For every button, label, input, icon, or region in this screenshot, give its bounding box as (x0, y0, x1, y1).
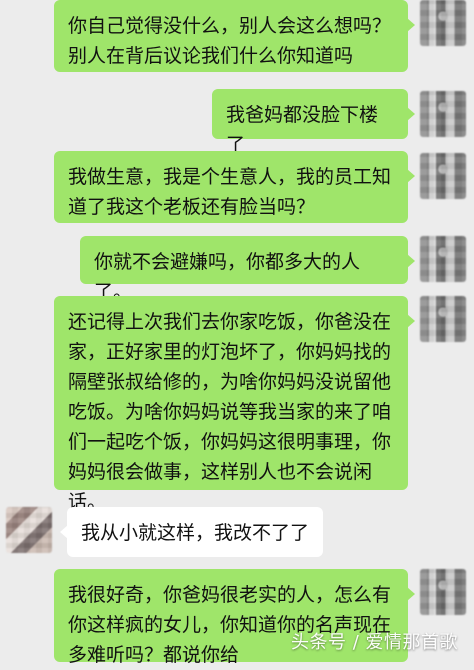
message-bubble: 我做生意，我是个生意人，我的员工知 道了我这个老板还有脸当吗？ (54, 151, 415, 223)
message-bubble: 我从小就这样，我改不了了 (60, 507, 323, 557)
watermark-text: 头条号 / 爱情那首歌 (290, 632, 458, 653)
chat-thread: 你自己觉得没什么，别人会这么想吗？ 别人在背后议论我们什么你知道吗 我爸妈都没脸… (0, 0, 474, 666)
contact-avatar[interactable] (420, 236, 466, 282)
contact-avatar[interactable] (420, 153, 466, 199)
message-bubble: 我爸妈都没脸下楼了 (212, 89, 415, 156)
message-bubble: 你自己觉得没什么，别人会这么想吗？ 别人在背后议论我们什么你知道吗 (54, 0, 415, 72)
contact-avatar[interactable] (420, 569, 466, 615)
contact-avatar[interactable] (6, 507, 52, 553)
message-bubble: 你就不会避嫌吗，你都多大的人了。 (80, 236, 415, 303)
message-bubble: 还记得上次我们去你家吃饭，你爸没在 家，正好家里的灯泡坏了，你妈妈找的 隔壁张叔… (54, 296, 415, 513)
contact-avatar[interactable] (420, 0, 466, 46)
contact-avatar[interactable] (420, 296, 466, 342)
contact-avatar[interactable] (420, 91, 466, 137)
